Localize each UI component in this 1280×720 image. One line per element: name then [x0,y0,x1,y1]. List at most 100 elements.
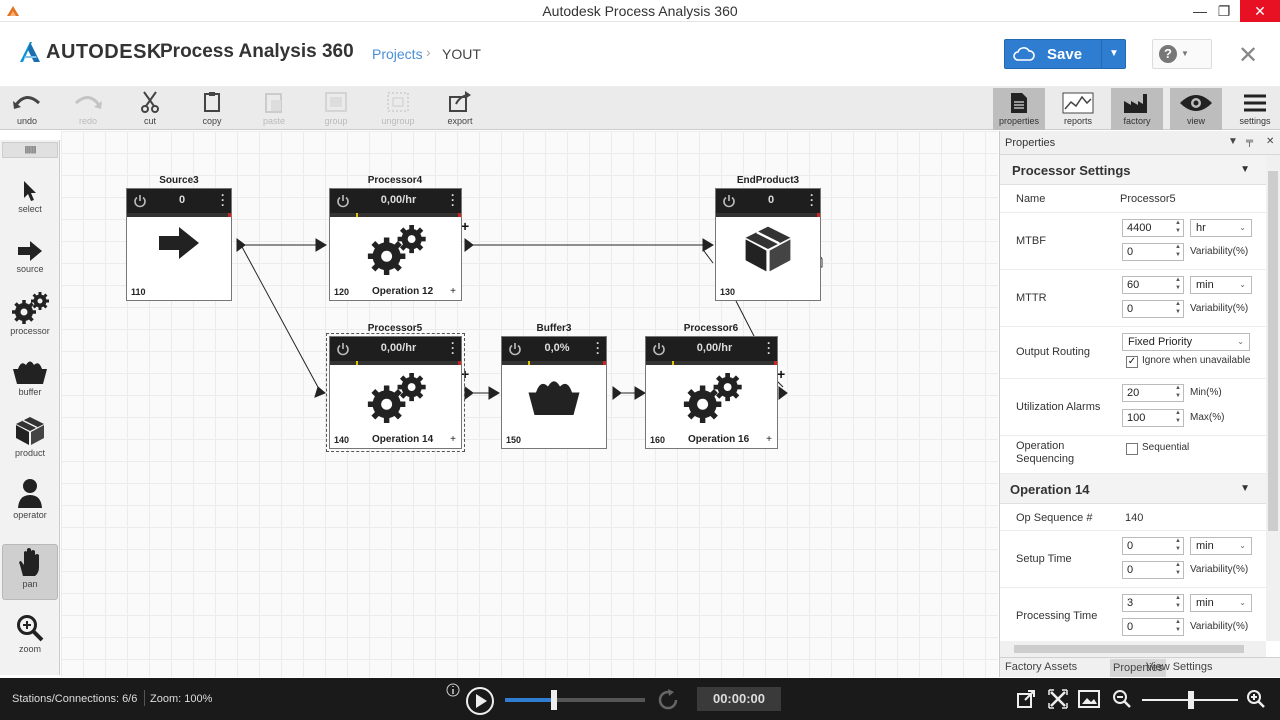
node-endproduct3[interactable]: 0 · · · 130 [715,188,821,301]
power-icon[interactable] [508,342,522,356]
close-project-button[interactable]: ✕ [1238,41,1258,70]
collapse-icon[interactable]: ▼ [1240,164,1250,175]
processing-variability-input[interactable]: 0 ▲ ▼ [1122,618,1184,636]
node-menu-icon[interactable]: · · · [221,189,225,211]
alarm-max-input[interactable]: 100 ▲ ▼ [1122,409,1184,427]
pin-icon[interactable]: ╤ [1246,136,1253,147]
reports-button[interactable]: reports [1052,88,1104,130]
cut-button[interactable]: cut [125,90,175,130]
reset-icon[interactable] [656,688,680,712]
node-processor5[interactable]: 0,00/hr · · · 140 Operation 14 + [326,333,465,452]
setup-unit-select[interactable]: min ⌄ [1190,537,1252,555]
processor-settings-header[interactable]: Processor Settings ▼ [1000,155,1266,185]
simulation-progress-track[interactable] [505,690,645,710]
factory-button[interactable]: factory [1111,88,1163,130]
mttr-unit-select[interactable]: min ⌄ [1190,276,1252,294]
name-value[interactable]: Processor5 [1120,193,1176,205]
op-sequence-value[interactable]: 140 [1125,512,1143,524]
node-menu-icon[interactable]: · · · [451,337,455,359]
palette-grip[interactable]: |||||||||| [2,142,58,158]
setup-variability-input[interactable]: 0 ▲ ▼ [1122,561,1184,579]
node-menu-icon[interactable]: · · · [810,189,814,211]
node-expand-icon[interactable]: + [766,434,772,445]
redo-button[interactable]: redo [63,90,113,130]
zoom-in-icon[interactable] [1246,689,1266,709]
scrollbar-thumb[interactable] [1014,645,1244,653]
palette-operator[interactable]: operator [2,476,58,532]
window-close-button[interactable]: ✕ [1240,0,1280,22]
mttr-input[interactable]: 60 ▲ ▼ [1122,276,1184,294]
output-routing-select[interactable]: Fixed Priority ⌄ [1122,333,1250,351]
undo-button[interactable]: undo [2,90,52,130]
status-bar: Stations/Connections: 6/6 Zoom: 100% 00:… [0,678,1280,720]
simulation-progress-handle[interactable] [551,690,557,710]
panel-dropdown-icon[interactable]: ▼ [1228,136,1238,147]
mtbf-variability-input[interactable]: 0 ▲ ▼ [1122,243,1184,261]
tab-factory-assets[interactable]: Factory Assets [1005,661,1077,673]
properties-scroll-area[interactable]: Processor Settings ▼ Name Processor5 MTB… [1000,155,1266,641]
panel-tabs: Factory Assets Properties View Settings [1000,657,1280,677]
power-icon[interactable] [722,194,736,208]
mttr-variability-input[interactable]: 0 ▲ ▼ [1122,300,1184,318]
node-processor4[interactable]: 0,00/hr · · · 120 Operation 12 + [329,188,462,301]
zoom-slider-track[interactable] [1142,691,1238,709]
info-icon[interactable] [446,683,460,697]
palette-pan[interactable]: pan [2,544,58,600]
node-title-processor4: Processor4 [367,175,423,186]
power-icon[interactable] [336,342,350,356]
copy-button[interactable]: copy [187,90,237,130]
properties-button[interactable]: properties [993,88,1045,130]
vertical-scrollbar[interactable] [1266,155,1280,641]
node-menu-icon[interactable]: · · · [596,337,600,359]
power-icon[interactable] [336,194,350,208]
paste-button[interactable]: paste [249,90,299,130]
operation-header[interactable]: Operation 14 ▼ [1000,474,1266,504]
export-button[interactable]: export [435,90,485,130]
zoom-out-icon[interactable] [1112,689,1132,709]
node-expand-icon[interactable]: + [450,286,456,297]
power-icon[interactable] [133,194,147,208]
node-menu-icon[interactable]: · · · [767,337,771,359]
zoom-slider-handle[interactable] [1187,691,1194,709]
processing-time-input[interactable]: 3 ▲ ▼ [1122,594,1184,612]
image-export-icon[interactable] [1078,689,1100,709]
palette-processor[interactable]: processor [2,292,58,348]
node-menu-icon[interactable]: · · · [451,189,455,211]
panel-close-icon[interactable]: ✕ [1266,136,1274,147]
palette-product[interactable]: product [2,414,58,470]
group-button[interactable]: group [311,90,361,130]
mtbf-unit-select[interactable]: hr ⌄ [1190,219,1252,237]
collapse-icon[interactable]: ▼ [1240,483,1250,494]
mtbf-input[interactable]: 4400 ▲ ▼ [1122,219,1184,237]
sequential-checkbox[interactable] [1126,443,1138,455]
node-title-source3: Source3 [159,175,199,186]
node-source3[interactable]: 0 · · · 110 [126,188,232,301]
palette-select[interactable]: select [2,170,58,226]
settings-button[interactable]: settings [1229,88,1280,130]
alarm-min-input[interactable]: 20 ▲ ▼ [1122,384,1184,402]
node-buffer3[interactable]: 0,0% · · · 150 [501,336,607,449]
palette-zoom[interactable]: zoom [2,610,58,666]
restore-button[interactable]: ❐ [1204,0,1244,22]
horizontal-scrollbar[interactable] [1000,641,1266,657]
save-button[interactable]: Save ▼ [1004,39,1126,69]
processing-unit-select[interactable]: min ⌄ [1190,594,1252,612]
fit-icon[interactable] [1048,689,1068,709]
node-expand-icon[interactable]: + [450,434,456,445]
node-processor6[interactable]: 0,00/hr · · · 160 Operation 16 + [645,336,778,449]
setup-time-input[interactable]: 0 ▲ ▼ [1122,537,1184,555]
popout-icon[interactable] [1016,689,1036,709]
save-dropdown-icon[interactable]: ▼ [1109,48,1119,59]
help-button[interactable]: ? ▼ [1152,39,1212,69]
tab-view-settings[interactable]: View Settings [1146,661,1212,673]
process-canvas[interactable]: + + + Source3 Processor4 EndProduct3 Pro… [61,131,998,677]
power-icon[interactable] [652,342,666,356]
breadcrumb-projects-link[interactable]: Projects [372,46,423,62]
ungroup-button[interactable]: ungroup [373,90,423,130]
ignore-unavailable-checkbox[interactable]: ✓ [1126,356,1138,368]
view-button[interactable]: view [1170,88,1222,130]
play-icon[interactable] [465,686,495,716]
scrollbar-thumb[interactable] [1268,171,1278,531]
palette-source[interactable]: source [2,230,58,286]
palette-buffer[interactable]: buffer [2,353,58,409]
